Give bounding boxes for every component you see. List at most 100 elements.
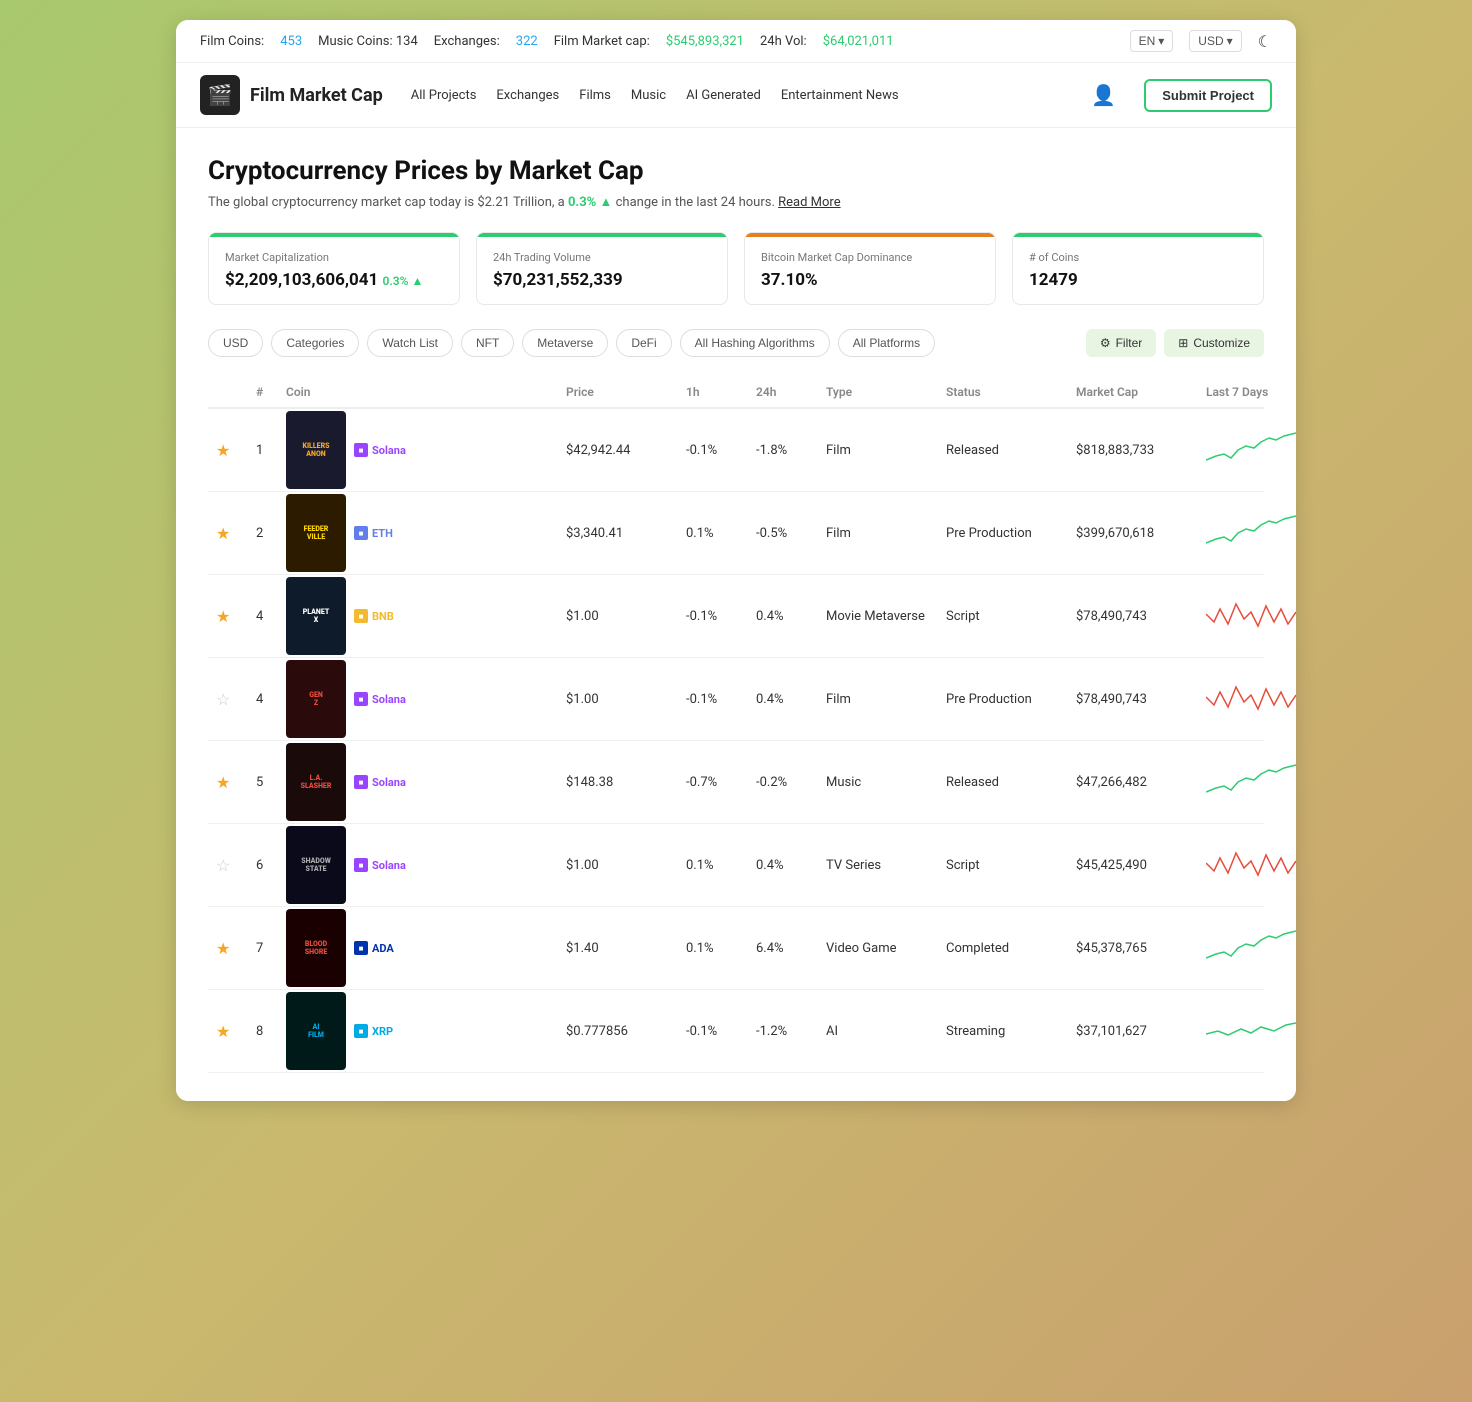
nav-entertainment-news[interactable]: Entertainment News	[781, 88, 899, 103]
star-toggle[interactable]: ★	[208, 773, 248, 792]
coin-cell[interactable]: GENZ■Solana	[278, 660, 558, 738]
nav-ai-generated[interactable]: AI Generated	[686, 88, 761, 103]
market-cap-value[interactable]: $545,893,321	[666, 34, 744, 49]
filter-defi[interactable]: DeFi	[616, 329, 671, 357]
rank: 2	[248, 526, 278, 541]
star-toggle[interactable]: ★	[208, 1022, 248, 1041]
star-toggle[interactable]: ★	[208, 441, 248, 460]
change-24h: 0.4%	[748, 858, 818, 873]
coin-cell[interactable]: L.A.SLASHER■Solana	[278, 743, 558, 821]
filter-usd[interactable]: USD	[208, 329, 263, 357]
coin-status: Released	[938, 443, 1068, 458]
filter-nft[interactable]: NFT	[461, 329, 514, 357]
col-market-cap: Market Cap	[1068, 385, 1198, 399]
market-cap: $399,670,618	[1068, 526, 1198, 541]
star-toggle[interactable]: ☆	[208, 856, 248, 875]
filter-row: USD Categories Watch List NFT Metaverse …	[208, 329, 1264, 357]
coin-cell[interactable]: SHADOWSTATE■Solana	[278, 826, 558, 904]
submit-project-button[interactable]: Submit Project	[1144, 79, 1272, 112]
coin-cell[interactable]: BLOODSHORE■ADA	[278, 909, 558, 987]
star-toggle[interactable]: ★	[208, 524, 248, 543]
filter-platforms[interactable]: All Platforms	[838, 329, 935, 357]
col-star	[208, 385, 248, 399]
sparkline	[1198, 760, 1296, 804]
coin-type: Film	[818, 443, 938, 458]
price: $3,340.41	[558, 526, 678, 541]
main-content: Cryptocurrency Prices by Market Cap The …	[176, 128, 1296, 1101]
filter-icon: ⚙	[1100, 336, 1111, 350]
price: $1.00	[558, 858, 678, 873]
filter-watchlist[interactable]: Watch List	[367, 329, 453, 357]
coin-type: Film	[818, 526, 938, 541]
coin-type: Music	[818, 775, 938, 790]
currency-selector[interactable]: USD ▾	[1189, 30, 1241, 52]
filter-metaverse[interactable]: Metaverse	[522, 329, 608, 357]
stat-trading-volume: 24h Trading Volume $70,231,552,339	[476, 232, 728, 305]
nav-links: All Projects Exchanges Films Music AI Ge…	[411, 88, 1064, 103]
coin-cell[interactable]: KILLERSANON■Solana	[278, 411, 558, 489]
change-1h: -0.1%	[678, 692, 748, 707]
col-price: Price	[558, 385, 678, 399]
filter-hashing[interactable]: All Hashing Algorithms	[680, 329, 830, 357]
coin-type: Video Game	[818, 941, 938, 956]
rank: 1	[248, 443, 278, 458]
market-cap: $47,266,482	[1068, 775, 1198, 790]
vol-value[interactable]: $64,021,011	[823, 34, 894, 49]
stat-btc-dominance: Bitcoin Market Cap Dominance 37.10%	[744, 232, 996, 305]
filter-button[interactable]: ⚙ Filter	[1086, 329, 1156, 357]
filter-categories[interactable]: Categories	[271, 329, 359, 357]
table-header: # Coin Price 1h 24h Type Status Market C…	[208, 377, 1264, 409]
price: $1.40	[558, 941, 678, 956]
sparkline	[1198, 677, 1296, 721]
col-24h: 24h	[748, 385, 818, 399]
sparkline	[1198, 594, 1296, 638]
lang-selector[interactable]: EN ▾	[1130, 30, 1174, 52]
user-icon[interactable]: 👤	[1091, 83, 1116, 107]
read-more-link[interactable]: Read More	[778, 195, 840, 210]
coin-status: Pre Production	[938, 692, 1068, 707]
nav-exchanges[interactable]: Exchanges	[496, 88, 559, 103]
change-1h: -0.1%	[678, 443, 748, 458]
table-row: ★4PLANETX■BNB$1.00-0.1%0.4%Movie Metaver…	[208, 575, 1264, 658]
nav-films[interactable]: Films	[579, 88, 611, 103]
price: $1.00	[558, 692, 678, 707]
coin-type: Film	[818, 692, 938, 707]
logo-icon: 🎬	[200, 75, 240, 115]
star-toggle[interactable]: ☆	[208, 690, 248, 709]
rank: 6	[248, 858, 278, 873]
star-toggle[interactable]: ★	[208, 607, 248, 626]
price: $1.00	[558, 609, 678, 624]
coin-cell[interactable]: FEEDERVILLE■ETH	[278, 494, 558, 572]
nav-music[interactable]: Music	[631, 88, 666, 103]
table-row: ★2FEEDERVILLE■ETH$3,340.410.1%-0.5%FilmP…	[208, 492, 1264, 575]
change-24h: -0.2%	[748, 775, 818, 790]
price: $42,942.44	[558, 443, 678, 458]
col-1h: 1h	[678, 385, 748, 399]
exchanges-label: Exchanges:	[434, 34, 500, 49]
col-type: Type	[818, 385, 938, 399]
coin-cell[interactable]: PLANETX■BNB	[278, 577, 558, 655]
coin-status: Pre Production	[938, 526, 1068, 541]
change-24h: -1.2%	[748, 1024, 818, 1039]
sparkline	[1198, 511, 1296, 555]
market-cap: $78,490,743	[1068, 692, 1198, 707]
film-coins-label: Film Coins:	[200, 34, 264, 49]
customize-button[interactable]: ⊞ Customize	[1164, 329, 1264, 357]
logo[interactable]: 🎬 Film Market Cap	[200, 75, 383, 115]
table-row: ★8AIFILM■XRP$0.777856-0.1%-1.2%AIStreami…	[208, 990, 1264, 1073]
change-1h: -0.1%	[678, 1024, 748, 1039]
film-coins-value[interactable]: 453	[280, 34, 302, 49]
stats-row: Market Capitalization $2,209,103,606,041…	[208, 232, 1264, 305]
market-cap: $818,883,733	[1068, 443, 1198, 458]
col-rank[interactable]: #	[248, 385, 278, 399]
change-24h: 6.4%	[748, 941, 818, 956]
nav-all-projects[interactable]: All Projects	[411, 88, 477, 103]
coin-status: Completed	[938, 941, 1068, 956]
nav-bar: 🎬 Film Market Cap All Projects Exchanges…	[176, 63, 1296, 128]
stat-market-cap: Market Capitalization $2,209,103,606,041…	[208, 232, 460, 305]
theme-toggle-icon[interactable]: ☾	[1258, 32, 1272, 51]
coin-cell[interactable]: AIFILM■XRP	[278, 992, 558, 1070]
star-toggle[interactable]: ★	[208, 939, 248, 958]
exchanges-value[interactable]: 322	[516, 34, 538, 49]
customize-icon: ⊞	[1178, 336, 1188, 350]
